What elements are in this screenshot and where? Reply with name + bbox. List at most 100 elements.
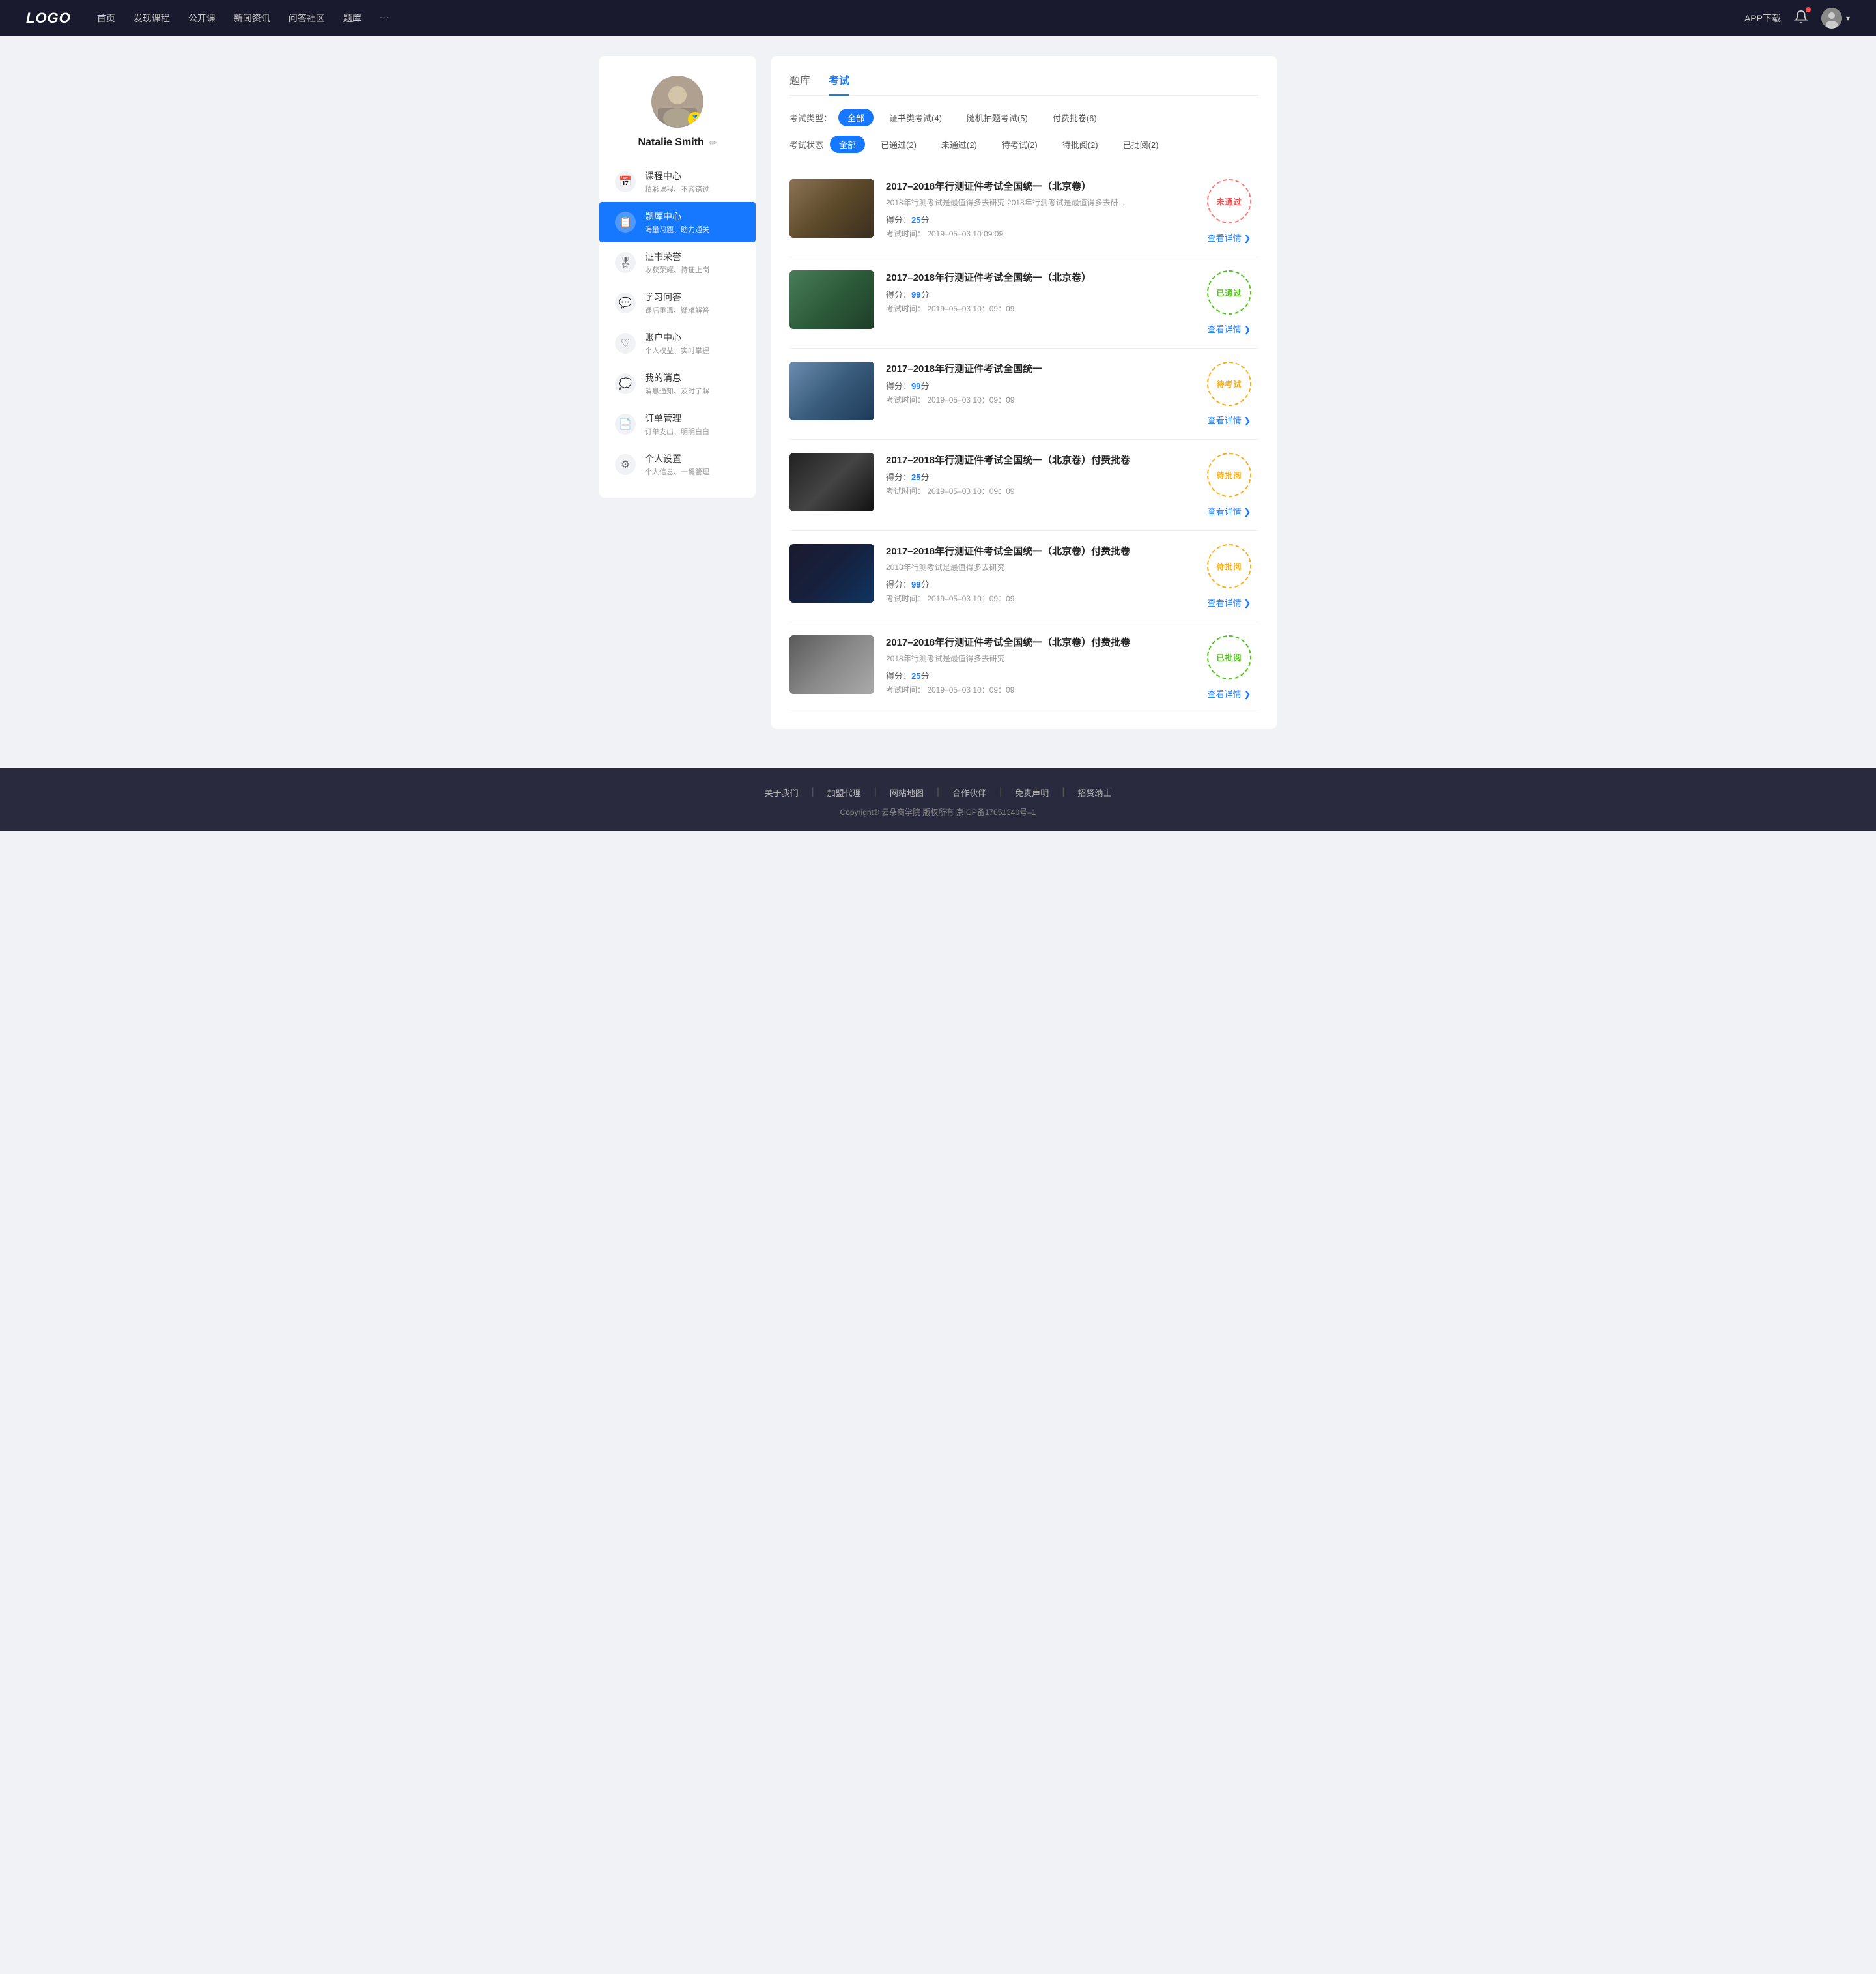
navbar: LOGO 首页发现课程公开课新闻资讯问答社区题库··· APP下载 ▾	[0, 0, 1876, 36]
exam-status-badge: 已通过	[1207, 270, 1251, 315]
type-filter-tag[interactable]: 付费批卷(6)	[1044, 109, 1106, 126]
exam-title: 2017–2018年行测证件考试全国统一（北京卷）付费批卷	[886, 635, 1188, 649]
sidebar-item-qa[interactable]: 💬 学习问答 课后重温、疑难解答	[599, 283, 756, 323]
sidebar-item-title-settings: 个人设置	[645, 452, 709, 465]
footer-divider: |	[999, 786, 1002, 799]
navbar-link[interactable]: ···	[380, 12, 389, 25]
sidebar-item-title-orders: 订单管理	[645, 412, 709, 425]
exam-detail-link[interactable]: 查看详情 ❯	[1208, 231, 1251, 244]
sidebar-item-sub-question-bank: 海量习题、助力通关	[645, 224, 709, 235]
exam-title: 2017–2018年行测证件考试全国统一（北京卷）	[886, 270, 1188, 284]
footer-divider: |	[812, 786, 814, 799]
type-filter-tag[interactable]: 随机抽题考试(5)	[958, 109, 1037, 126]
exam-score-row: 得分：99分	[886, 288, 1188, 300]
exam-time: 考试时间： 2019–05–03 10：09：09	[886, 593, 1188, 604]
status-filter-label: 考试状态	[789, 138, 823, 150]
award-badge-icon: 🏅	[688, 112, 702, 126]
exam-score-row: 得分：99分	[886, 578, 1188, 590]
footer-links: 关于我们|加盟代理|网站地图|合作伙伴|免责声明|招贤纳士	[0, 786, 1876, 799]
sidebar-item-icon-messages: 💭	[615, 373, 636, 394]
tab-exam[interactable]: 考试	[829, 72, 849, 95]
footer: 关于我们|加盟代理|网站地图|合作伙伴|免责声明|招贤纳士 Copyright®…	[0, 768, 1876, 831]
type-filter-row: 考试类型： 全部证书类考试(4) 随机抽题考试(5) 付费批卷(6)	[789, 109, 1258, 126]
status-filter-tag[interactable]: 未通过(2)	[932, 136, 986, 153]
sidebar-item-title-messages: 我的消息	[645, 371, 709, 384]
exam-detail-link[interactable]: 查看详情 ❯	[1208, 687, 1251, 700]
sidebar-item-sub-qa: 课后重温、疑难解答	[645, 305, 709, 315]
navbar-link[interactable]: 题库	[343, 12, 362, 25]
status-filter-tag[interactable]: 已通过(2)	[872, 136, 926, 153]
sidebar-item-icon-account: ♡	[615, 333, 636, 354]
exam-time: 考试时间： 2019–05–03 10：09：09	[886, 394, 1188, 405]
sidebar-item-course[interactable]: 📅 课程中心 精彩课程、不容错过	[599, 162, 756, 202]
avatar	[1821, 8, 1842, 29]
sidebar: 🏅 Natalie Smith ✏ 📅 课程中心 精彩课程、不容错过 📋 题库中…	[599, 56, 756, 498]
status-filter-tag[interactable]: 已批阅(2)	[1114, 136, 1168, 153]
exam-detail-link[interactable]: 查看详情 ❯	[1208, 596, 1251, 608]
exam-list-item: 2017–2018年行测证件考试全国统一（北京卷）付费批卷 2018年行测考试是…	[789, 531, 1258, 622]
footer-link[interactable]: 合作伙伴	[952, 786, 986, 799]
navbar-link[interactable]: 新闻资讯	[234, 12, 270, 25]
exam-thumbnail	[789, 179, 874, 238]
footer-link[interactable]: 免责声明	[1015, 786, 1049, 799]
exam-score: 99	[911, 580, 920, 590]
exam-title: 2017–2018年行测证件考试全国统一（北京卷）付费批卷	[886, 453, 1188, 466]
exam-score-row: 得分：25分	[886, 470, 1188, 483]
exam-list-item: 2017–2018年行测证件考试全国统一（北京卷） 2018年行测考试是最值得多…	[789, 166, 1258, 257]
navbar-links: 首页 发现课程 公开课 新闻资讯 问答社区 题库 ···	[97, 12, 1744, 25]
footer-link[interactable]: 网站地图	[890, 786, 924, 799]
sidebar-item-question-bank[interactable]: 📋 题库中心 海量习题、助力通关	[599, 202, 756, 242]
status-filter-tag[interactable]: 全部	[830, 136, 865, 153]
exam-detail-link[interactable]: 查看详情 ❯	[1208, 414, 1251, 426]
status-filter-tag[interactable]: 待批阅(2)	[1053, 136, 1107, 153]
footer-divider: |	[937, 786, 939, 799]
exam-desc: 2018年行测考试是最值得多去研究	[886, 562, 1133, 573]
sidebar-item-title-account: 账户中心	[645, 331, 709, 344]
sidebar-item-icon-question-bank: 📋	[615, 212, 636, 233]
tab-question-bank[interactable]: 题库	[789, 72, 810, 95]
exam-time: 考试时间： 2019–05–03 10：09：09	[886, 485, 1188, 496]
footer-link[interactable]: 招贤纳士	[1077, 786, 1111, 799]
navbar-link[interactable]: 发现课程	[134, 12, 170, 25]
main-container: 🏅 Natalie Smith ✏ 📅 课程中心 精彩课程、不容错过 📋 题库中…	[586, 36, 1290, 768]
exam-list-item: 2017–2018年行测证件考试全国统一（北京卷）付费批卷 2018年行测考试是…	[789, 622, 1258, 713]
exam-time: 考试时间： 2019–05–03 10：09：09	[886, 303, 1188, 314]
sidebar-item-account[interactable]: ♡ 账户中心 个人权益、实时掌握	[599, 323, 756, 364]
sidebar-item-sub-orders: 订单支出、明明白白	[645, 426, 709, 436]
type-filter-tag[interactable]: 全部	[838, 109, 874, 126]
sidebar-item-title-certificate: 证书荣誉	[645, 250, 709, 263]
user-avatar-menu[interactable]: ▾	[1821, 8, 1850, 29]
sidebar-item-icon-orders: 📄	[615, 414, 636, 435]
type-filter-tag[interactable]: 证书类考试(4)	[880, 109, 951, 126]
exam-thumbnail	[789, 270, 874, 329]
exam-desc: 2018年行测考试是最值得多去研究	[886, 653, 1133, 664]
navbar-link[interactable]: 公开课	[188, 12, 216, 25]
exam-score: 25	[911, 671, 920, 681]
exam-detail-link[interactable]: 查看详情 ❯	[1208, 505, 1251, 517]
exam-status-badge: 待批阅	[1207, 544, 1251, 588]
exam-time: 考试时间： 2019–05–03 10：09：09	[886, 684, 1188, 695]
navbar-link[interactable]: 首页	[97, 12, 115, 25]
status-filter-tag[interactable]: 待考试(2)	[993, 136, 1047, 153]
exam-status-badge: 未通过	[1207, 179, 1251, 223]
type-filter-label: 考试类型：	[789, 111, 832, 124]
exam-info: 2017–2018年行测证件考试全国统一（北京卷） 得分：99分 考试时间： 2…	[886, 270, 1188, 314]
app-download-link[interactable]: APP下载	[1744, 12, 1781, 25]
sidebar-item-sub-account: 个人权益、实时掌握	[645, 345, 709, 356]
navbar-link[interactable]: 问答社区	[289, 12, 325, 25]
status-filter-row: 考试状态全部已通过(2) 未通过(2) 待考试(2) 待批阅(2) 已批阅(2)	[789, 136, 1258, 153]
footer-link[interactable]: 关于我们	[765, 786, 799, 799]
sidebar-item-messages[interactable]: 💭 我的消息 消息通知、及时了解	[599, 364, 756, 404]
exam-detail-link[interactable]: 查看详情 ❯	[1208, 322, 1251, 335]
exam-score-row: 得分：99分	[886, 379, 1188, 392]
notification-icon[interactable]	[1794, 10, 1808, 27]
sidebar-item-settings[interactable]: ⚙ 个人设置 个人信息、一键管理	[599, 444, 756, 485]
profile-username: Natalie Smith	[638, 137, 704, 149]
profile-edit-icon[interactable]: ✏	[709, 137, 717, 149]
sidebar-item-orders[interactable]: 📄 订单管理 订单支出、明明白白	[599, 404, 756, 444]
exam-info: 2017–2018年行测证件考试全国统一 得分：99分 考试时间： 2019–0…	[886, 362, 1188, 405]
footer-link[interactable]: 加盟代理	[827, 786, 861, 799]
sidebar-item-certificate[interactable]: 🎖 证书荣誉 收获荣耀、持证上岗	[599, 242, 756, 283]
sidebar-item-sub-messages: 消息通知、及时了解	[645, 386, 709, 396]
exam-score: 99	[911, 381, 920, 391]
